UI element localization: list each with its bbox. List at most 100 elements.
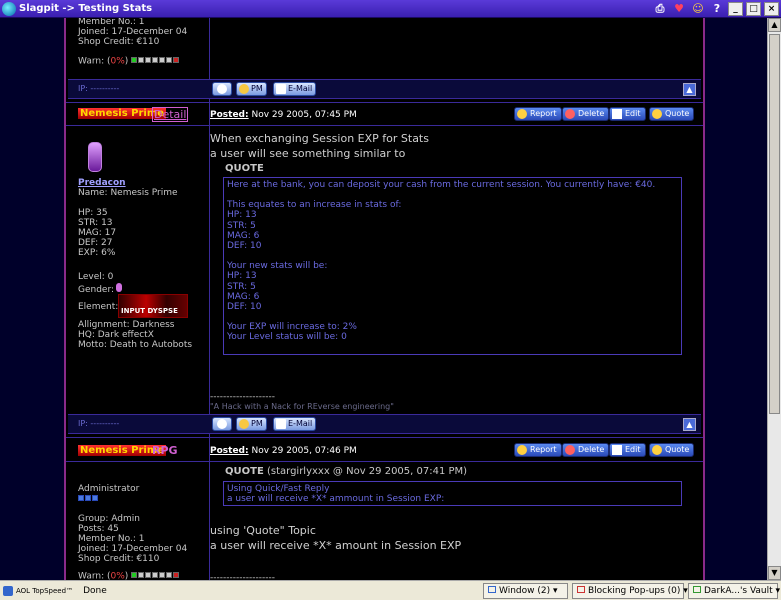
quote-line bbox=[227, 190, 678, 200]
email-button[interactable]: E-Mail bbox=[273, 417, 317, 431]
post3-header-bottom-line bbox=[66, 461, 703, 462]
email-icon bbox=[276, 419, 286, 429]
post2-quote-box: Here at the bank, you can deposit your c… bbox=[223, 177, 682, 355]
scroll-top-button[interactable]: ▲ bbox=[683, 418, 696, 431]
post3-header-top-line bbox=[66, 437, 703, 438]
scroll-up-arrow[interactable]: ▲ bbox=[768, 18, 781, 32]
warn-close: ) bbox=[124, 56, 129, 67]
warn-value: 0% bbox=[110, 571, 125, 581]
heart-icon[interactable]: ♥ bbox=[671, 2, 687, 16]
post3-quote-label: QUOTE bbox=[225, 466, 264, 477]
post1-warn: Warn: (0%) bbox=[78, 56, 180, 67]
profile-mag: MAG: 17 bbox=[78, 228, 117, 238]
post2-ip: IP: ---------- bbox=[78, 419, 120, 428]
scroll-top-button[interactable]: ▲ bbox=[683, 83, 696, 96]
profile-icon bbox=[217, 84, 227, 94]
edit-button[interactable]: Edit bbox=[609, 107, 646, 121]
post3-group: Group: Admin bbox=[78, 514, 140, 524]
delete-icon bbox=[565, 109, 575, 119]
avatar bbox=[88, 142, 102, 172]
post2-element-label: Element: bbox=[78, 302, 119, 312]
delete-icon bbox=[565, 445, 575, 455]
email-button[interactable]: E-Mail bbox=[273, 82, 317, 96]
warn-level-pips bbox=[131, 571, 180, 580]
delete-label: Delete bbox=[578, 109, 605, 118]
people-icon[interactable]: ☺ bbox=[690, 2, 706, 16]
pm-button[interactable]: PM bbox=[236, 82, 267, 96]
maximize-button[interactable]: □ bbox=[746, 1, 761, 16]
warn-value: 0% bbox=[110, 56, 125, 67]
forum-page: Member No.: 1 Joined: 17-December 04 Sho… bbox=[0, 18, 767, 580]
delete-button[interactable]: Delete bbox=[562, 107, 610, 121]
post3-shop-credit: Shop Credit: €110 bbox=[78, 554, 160, 564]
report-button[interactable]: Report bbox=[514, 107, 562, 121]
post2-profile-stats: Name: Nemesis Prime HP: 35 STR: 13 MAG: … bbox=[78, 188, 178, 258]
print-icon[interactable]: ⎙ bbox=[652, 2, 668, 16]
status-text: Done bbox=[83, 585, 107, 596]
post3-role: Administrator bbox=[78, 484, 140, 494]
quote-line: STR: 5 bbox=[227, 281, 256, 292]
posted-date: Nov 29 2005, 07:45 PM bbox=[251, 110, 357, 120]
post1-member-no: Member No.: 1 bbox=[78, 18, 145, 27]
quote-line: Your new stats will be: bbox=[227, 261, 328, 272]
post2-detail-link[interactable]: Detail bbox=[152, 107, 189, 122]
vault-dropdown[interactable]: DarkA...'s Vault ▾ bbox=[688, 582, 780, 599]
quote-label: Quote bbox=[665, 445, 690, 454]
post3-warn: Warn: (0%) bbox=[78, 571, 180, 580]
post2-motto: Motto: Death to Autobots bbox=[78, 340, 193, 350]
profile-button[interactable] bbox=[212, 417, 232, 431]
quote-line: Using Quick/Fast Reply bbox=[227, 484, 330, 494]
vault-label: DarkA...'s Vault bbox=[704, 585, 773, 596]
window-count-dropdown[interactable]: Window (2) ▾ bbox=[483, 582, 568, 599]
delete-label: Delete bbox=[578, 445, 605, 454]
quote-button[interactable]: Quote bbox=[649, 443, 695, 457]
popup-blocker-label: Blocking Pop-ups (0) bbox=[588, 585, 681, 596]
edit-icon bbox=[612, 445, 622, 455]
aol-topspeed-brand: AOL TopSpeed™ bbox=[16, 586, 74, 595]
edit-label: Edit bbox=[625, 109, 641, 118]
warn-close: ) bbox=[124, 571, 129, 581]
element-banner-text: INPUT DYSPSE bbox=[121, 307, 178, 315]
quote-line: Here at the bank, you can deposit your c… bbox=[227, 180, 656, 190]
pm-label: PM bbox=[251, 84, 263, 93]
pm-button[interactable]: PM bbox=[236, 417, 267, 431]
scroll-thumb[interactable] bbox=[769, 34, 780, 414]
profile-button[interactable] bbox=[212, 82, 232, 96]
post3-rank-pips bbox=[78, 494, 99, 504]
post3-rpg-link[interactable]: RPG bbox=[152, 444, 178, 457]
post2-hq: HQ: Dark effectX bbox=[78, 330, 154, 340]
pm-icon bbox=[239, 419, 249, 429]
help-icon[interactable]: ? bbox=[709, 2, 725, 16]
forum-frame: Member No.: 1 Joined: 17-December 04 Sho… bbox=[64, 18, 705, 580]
report-icon bbox=[517, 445, 527, 455]
post3-posts: Posts: 45 bbox=[78, 524, 119, 534]
profile-exp: EXP: 6% bbox=[78, 248, 116, 258]
post2-posted: Posted: Nov 29 2005, 07:45 PM bbox=[210, 110, 357, 120]
quote-button[interactable]: Quote bbox=[649, 107, 695, 121]
quote-icon bbox=[652, 109, 662, 119]
post2-group-link[interactable]: Predacon bbox=[78, 178, 126, 188]
quote-line bbox=[227, 251, 678, 261]
quote-icon bbox=[652, 445, 662, 455]
post2-allignment: Allignment: Darkness bbox=[78, 320, 175, 330]
posted-label: Posted: bbox=[210, 446, 249, 456]
warn-label: Warn: ( bbox=[78, 56, 111, 67]
post1-ip: IP: ---------- bbox=[78, 84, 120, 93]
status-bar: AOL TopSpeed™ Done Window (2) ▾ Blocking… bbox=[0, 580, 781, 600]
edit-label: Edit bbox=[625, 445, 641, 454]
minimize-button[interactable]: _ bbox=[728, 1, 743, 16]
post1-footer-bar: IP: ---------- PM E-Mail ▲ bbox=[68, 79, 701, 99]
gender-label: Gender: bbox=[78, 285, 115, 295]
post2-gender: Gender: bbox=[78, 283, 123, 295]
profile-def: DEF: 27 bbox=[78, 238, 113, 248]
close-button[interactable]: × bbox=[764, 1, 779, 16]
post2-quote-label: QUOTE bbox=[225, 163, 264, 174]
vertical-scrollbar[interactable]: ▲ ▼ bbox=[767, 18, 781, 580]
edit-button[interactable]: Edit bbox=[609, 443, 646, 457]
quote-line: MAG: 6 bbox=[227, 230, 260, 241]
popup-blocker-dropdown[interactable]: Blocking Pop-ups (0) ▾ bbox=[572, 582, 688, 599]
scroll-down-arrow[interactable]: ▼ bbox=[768, 566, 781, 580]
quote-line: a user will receive *X* ammount in Sessi… bbox=[227, 494, 445, 505]
delete-button[interactable]: Delete bbox=[562, 443, 610, 457]
report-button[interactable]: Report bbox=[514, 443, 562, 457]
